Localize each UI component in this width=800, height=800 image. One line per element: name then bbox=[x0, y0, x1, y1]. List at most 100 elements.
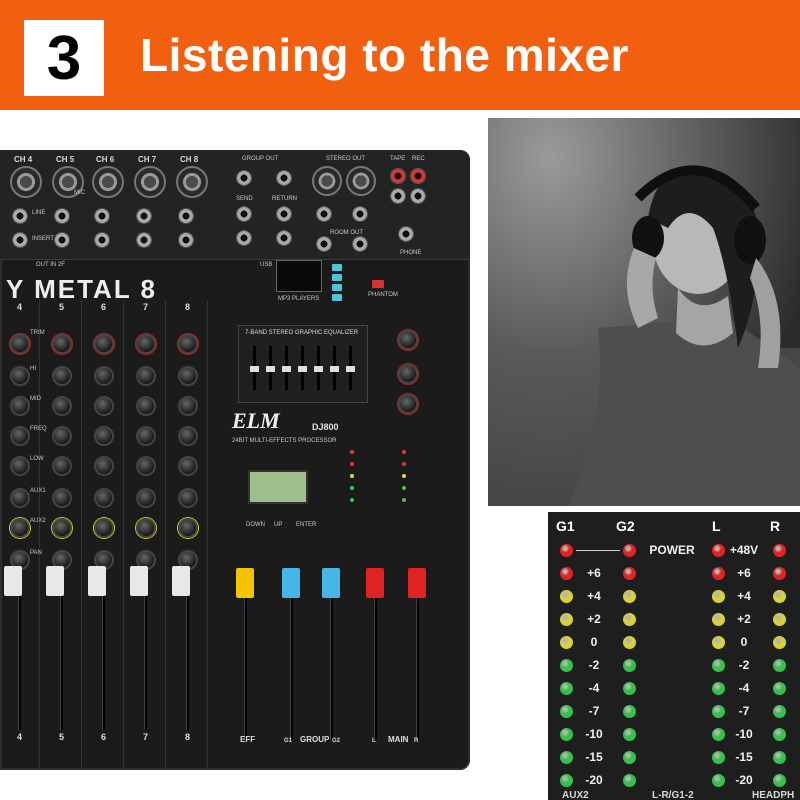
meter-scale-label-right: -4 bbox=[738, 681, 750, 695]
mp3-control-button[interactable] bbox=[332, 274, 342, 281]
hi-eq-knob[interactable] bbox=[94, 366, 114, 386]
return-jack[interactable] bbox=[276, 230, 292, 246]
tape-rca-jack[interactable] bbox=[390, 188, 406, 204]
mid-eq-knob[interactable] bbox=[178, 396, 198, 416]
insert-jack[interactable] bbox=[178, 232, 194, 248]
trim-knob[interactable] bbox=[136, 334, 156, 354]
low-eq-knob[interactable] bbox=[178, 456, 198, 476]
send-jack[interactable] bbox=[236, 206, 252, 222]
trim-knob[interactable] bbox=[52, 334, 72, 354]
eq-band-slider[interactable] bbox=[250, 346, 259, 390]
meter-led bbox=[623, 590, 636, 603]
mid-eq-knob[interactable] bbox=[10, 396, 30, 416]
group-out-jack[interactable] bbox=[276, 170, 292, 186]
insert-jack[interactable] bbox=[12, 232, 28, 248]
aux2-knob[interactable] bbox=[52, 518, 72, 538]
stereo-out-xlr[interactable] bbox=[346, 166, 376, 196]
phantom-power-button[interactable] bbox=[372, 280, 384, 288]
mp3-control-button[interactable] bbox=[332, 264, 342, 271]
stereo-out-jack[interactable] bbox=[316, 206, 332, 222]
mp3-level-knob[interactable] bbox=[398, 330, 418, 350]
freq-knob[interactable] bbox=[94, 426, 114, 446]
eq-band-slider[interactable] bbox=[314, 346, 323, 390]
hi-eq-knob[interactable] bbox=[178, 366, 198, 386]
meter-led bbox=[402, 450, 406, 454]
aux1-knob[interactable] bbox=[10, 488, 30, 508]
hi-eq-knob[interactable] bbox=[136, 366, 156, 386]
insert-jack[interactable] bbox=[54, 232, 70, 248]
aux2-knob[interactable] bbox=[136, 518, 156, 538]
out-in-label: OUT IN 2F bbox=[36, 262, 65, 268]
eff-fader[interactable] bbox=[236, 568, 254, 598]
return-label: RETURN bbox=[272, 196, 297, 202]
group1-fader[interactable] bbox=[282, 568, 300, 598]
room-out-jack[interactable] bbox=[352, 236, 368, 252]
tape-rca-jack[interactable] bbox=[390, 168, 406, 184]
rec-rca-jack[interactable] bbox=[410, 188, 426, 204]
aux1-knob[interactable] bbox=[52, 488, 72, 508]
eq-band-slider[interactable] bbox=[266, 346, 275, 390]
freq-knob[interactable] bbox=[10, 426, 30, 446]
low-eq-knob[interactable] bbox=[136, 456, 156, 476]
group2-fader[interactable] bbox=[322, 568, 340, 598]
main-r-fader[interactable] bbox=[408, 568, 426, 598]
insert-jack[interactable] bbox=[136, 232, 152, 248]
eq-band-slider[interactable] bbox=[346, 346, 355, 390]
room-out-jack[interactable] bbox=[316, 236, 332, 252]
channel-strip: 6 6 bbox=[84, 300, 124, 770]
eq-band-slider[interactable] bbox=[282, 346, 291, 390]
mid-eq-knob[interactable] bbox=[52, 396, 72, 416]
phone-jack[interactable] bbox=[398, 226, 414, 242]
meter-led bbox=[773, 705, 786, 718]
group-out-jack[interactable] bbox=[236, 170, 252, 186]
aux1-knob[interactable] bbox=[136, 488, 156, 508]
mid-eq-knob[interactable] bbox=[94, 396, 114, 416]
eq-band-slider[interactable] bbox=[298, 346, 307, 390]
line-jack[interactable] bbox=[12, 208, 28, 224]
hi-eq-knob[interactable] bbox=[10, 366, 30, 386]
low-eq-knob[interactable] bbox=[52, 456, 72, 476]
aux1-knob[interactable] bbox=[94, 488, 114, 508]
line-jack[interactable] bbox=[94, 208, 110, 224]
return1-knob[interactable] bbox=[398, 364, 418, 384]
return-jack[interactable] bbox=[276, 206, 292, 222]
trim-knob[interactable] bbox=[10, 334, 30, 354]
eq-band-slider[interactable] bbox=[330, 346, 339, 390]
freq-knob[interactable] bbox=[178, 426, 198, 446]
low-eq-knob[interactable] bbox=[10, 456, 30, 476]
phantom-label: PHANTOM bbox=[368, 292, 398, 298]
channel-fader[interactable] bbox=[172, 566, 190, 596]
stereo-out-xlr[interactable] bbox=[312, 166, 342, 196]
channel-fader[interactable] bbox=[88, 566, 106, 596]
line-jack[interactable] bbox=[54, 208, 70, 224]
aux2-knob[interactable] bbox=[10, 518, 30, 538]
freq-knob[interactable] bbox=[136, 426, 156, 446]
hi-eq-knob[interactable] bbox=[52, 366, 72, 386]
xlr-mic-input[interactable] bbox=[92, 166, 124, 198]
xlr-mic-input[interactable] bbox=[10, 166, 42, 198]
xlr-mic-input[interactable] bbox=[134, 166, 166, 198]
rec-rca-jack[interactable] bbox=[410, 168, 426, 184]
line-jack[interactable] bbox=[136, 208, 152, 224]
trim-knob[interactable] bbox=[178, 334, 198, 354]
trim-knob[interactable] bbox=[94, 334, 114, 354]
aux2-knob[interactable] bbox=[94, 518, 114, 538]
mp3-control-button[interactable] bbox=[332, 284, 342, 291]
xlr-mic-input[interactable] bbox=[176, 166, 208, 198]
channel-fader[interactable] bbox=[4, 566, 22, 596]
mid-eq-knob[interactable] bbox=[136, 396, 156, 416]
send-jack[interactable] bbox=[236, 230, 252, 246]
freq-knob[interactable] bbox=[52, 426, 72, 446]
stereo-out-jack[interactable] bbox=[352, 206, 368, 222]
main-l-fader[interactable] bbox=[366, 568, 384, 598]
return2-knob[interactable] bbox=[398, 394, 418, 414]
line-jack[interactable] bbox=[178, 208, 194, 224]
knob-label: LOW bbox=[30, 456, 44, 462]
insert-jack[interactable] bbox=[94, 232, 110, 248]
mp3-control-button[interactable] bbox=[332, 294, 342, 301]
aux1-knob[interactable] bbox=[178, 488, 198, 508]
channel-fader[interactable] bbox=[46, 566, 64, 596]
channel-fader[interactable] bbox=[130, 566, 148, 596]
aux2-knob[interactable] bbox=[178, 518, 198, 538]
low-eq-knob[interactable] bbox=[94, 456, 114, 476]
